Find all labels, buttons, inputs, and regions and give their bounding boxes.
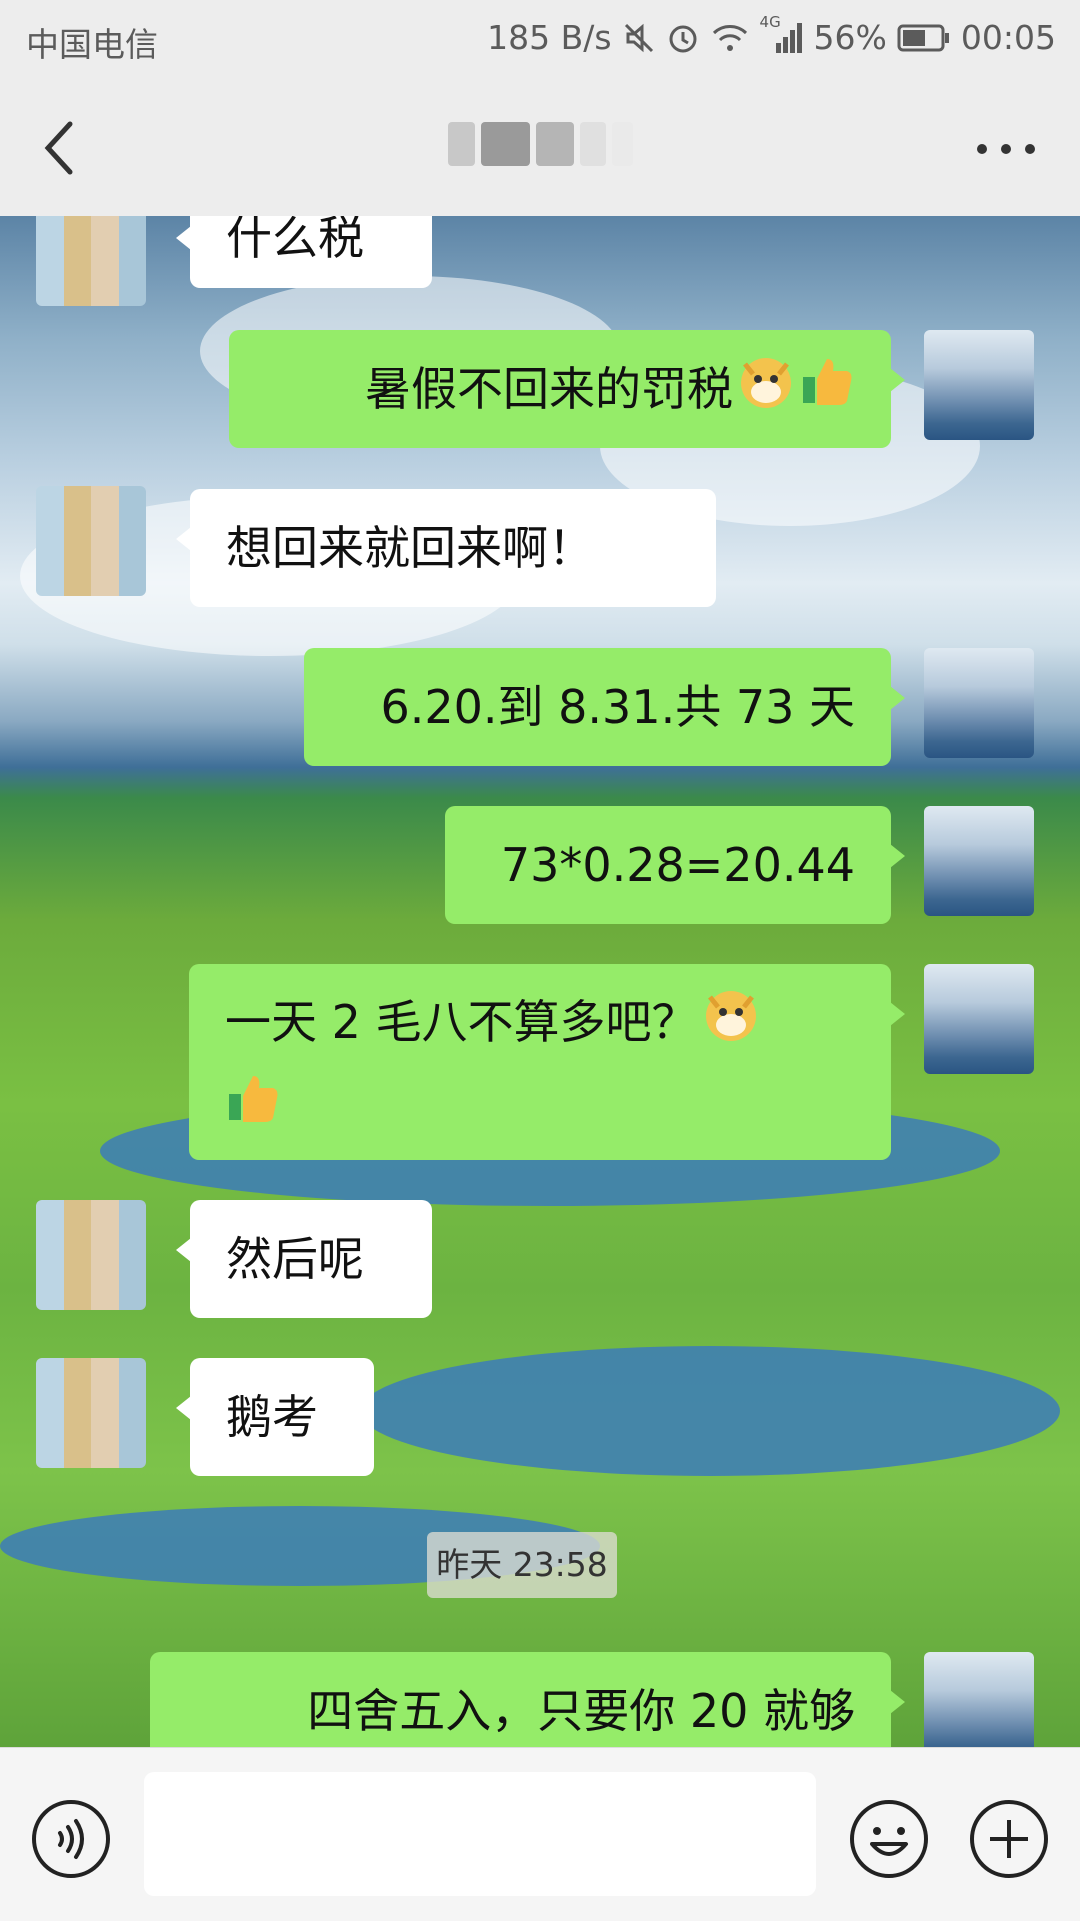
- message-text: 6.20.到 8.31.共 73 天: [380, 680, 856, 734]
- message-bubble-sent[interactable]: 一天 2 毛八不算多吧？: [189, 964, 905, 1160]
- my-avatar[interactable]: [924, 330, 1034, 440]
- ellipsis-icon: [977, 144, 1035, 154]
- my-avatar[interactable]: [924, 806, 1034, 916]
- message-bubble-received[interactable]: 什么税: [176, 216, 432, 288]
- message-bubble-sent[interactable]: 暑假不回来的罚税: [229, 330, 905, 448]
- smiley-icon: [850, 1800, 928, 1878]
- voice-button[interactable]: [30, 1798, 112, 1880]
- message-text: 一天 2 毛八不算多吧？: [225, 995, 698, 1049]
- signal-icon: 4G: [760, 13, 804, 55]
- chat-header: [0, 76, 1080, 216]
- mute-icon: [622, 21, 656, 55]
- message-input[interactable]: [144, 1772, 816, 1896]
- bg-river: [360, 1346, 1060, 1476]
- add-button[interactable]: [968, 1798, 1050, 1880]
- doge-emoji: [702, 985, 760, 1067]
- net-speed: 185 B/s: [487, 18, 612, 57]
- message-bubble-received[interactable]: 想回来就回来啊！: [176, 489, 716, 607]
- battery-percent: 56%: [813, 18, 887, 57]
- my-avatar[interactable]: [924, 964, 1034, 1074]
- input-bar: [0, 1747, 1080, 1921]
- clock: 00:05: [960, 18, 1056, 57]
- plus-icon: [970, 1800, 1048, 1878]
- contact-avatar[interactable]: [36, 1200, 146, 1310]
- network-type-label: 4G: [759, 12, 781, 31]
- my-avatar[interactable]: [924, 648, 1034, 758]
- contact-avatar[interactable]: [36, 486, 146, 596]
- chat-title-pixelated: [448, 106, 633, 182]
- message-text: 暑假不回来的罚税: [365, 362, 733, 416]
- message-bubble-sent[interactable]: 73*0.28=20.44: [445, 806, 905, 924]
- chat-messages-area[interactable]: 什么税 暑假不回来的罚税 想回来就回来啊！ 6.20.到 8.31.共 73 天…: [0, 216, 1080, 1747]
- wifi-icon: [710, 21, 750, 55]
- back-button[interactable]: [34, 112, 90, 184]
- alarm-icon: [666, 21, 700, 55]
- message-timestamp: 昨天 23:58: [427, 1532, 617, 1598]
- message-text: 然后呢: [226, 1232, 364, 1286]
- battery-icon: [897, 23, 951, 53]
- message-text: 73*0.28=20.44: [500, 838, 855, 892]
- message-bubble-received[interactable]: 鹅考: [176, 1358, 374, 1476]
- thumbs-up-emoji: [225, 1070, 281, 1150]
- carrier-label: 中国电信: [26, 25, 158, 64]
- chevron-left-icon: [44, 121, 73, 175]
- message-bubble-sent[interactable]: 四舍五入，只要你 20 就够: [150, 1652, 905, 1747]
- voice-icon: [32, 1800, 110, 1878]
- my-avatar[interactable]: [924, 1652, 1034, 1747]
- message-bubble-received[interactable]: 然后呢: [176, 1200, 432, 1318]
- thumbs-up-emoji: [799, 353, 855, 433]
- emoji-button[interactable]: [848, 1798, 930, 1880]
- message-text: 想回来就回来啊！: [226, 521, 594, 575]
- message-bubble-sent[interactable]: 6.20.到 8.31.共 73 天: [304, 648, 905, 766]
- more-options-button[interactable]: [966, 124, 1046, 174]
- status-icons: 185 B/s 4G 56% 00:05: [487, 13, 1056, 58]
- doge-emoji: [737, 352, 795, 434]
- message-text: 鹅考: [226, 1390, 318, 1444]
- status-bar: 中国电信 185 B/s 4G 56% 00:05: [0, 0, 1080, 76]
- message-text: 什么税: [226, 216, 364, 265]
- contact-avatar[interactable]: [36, 1358, 146, 1468]
- message-text: 四舍五入，只要你 20 就够: [307, 1684, 855, 1738]
- contact-avatar[interactable]: [36, 216, 146, 306]
